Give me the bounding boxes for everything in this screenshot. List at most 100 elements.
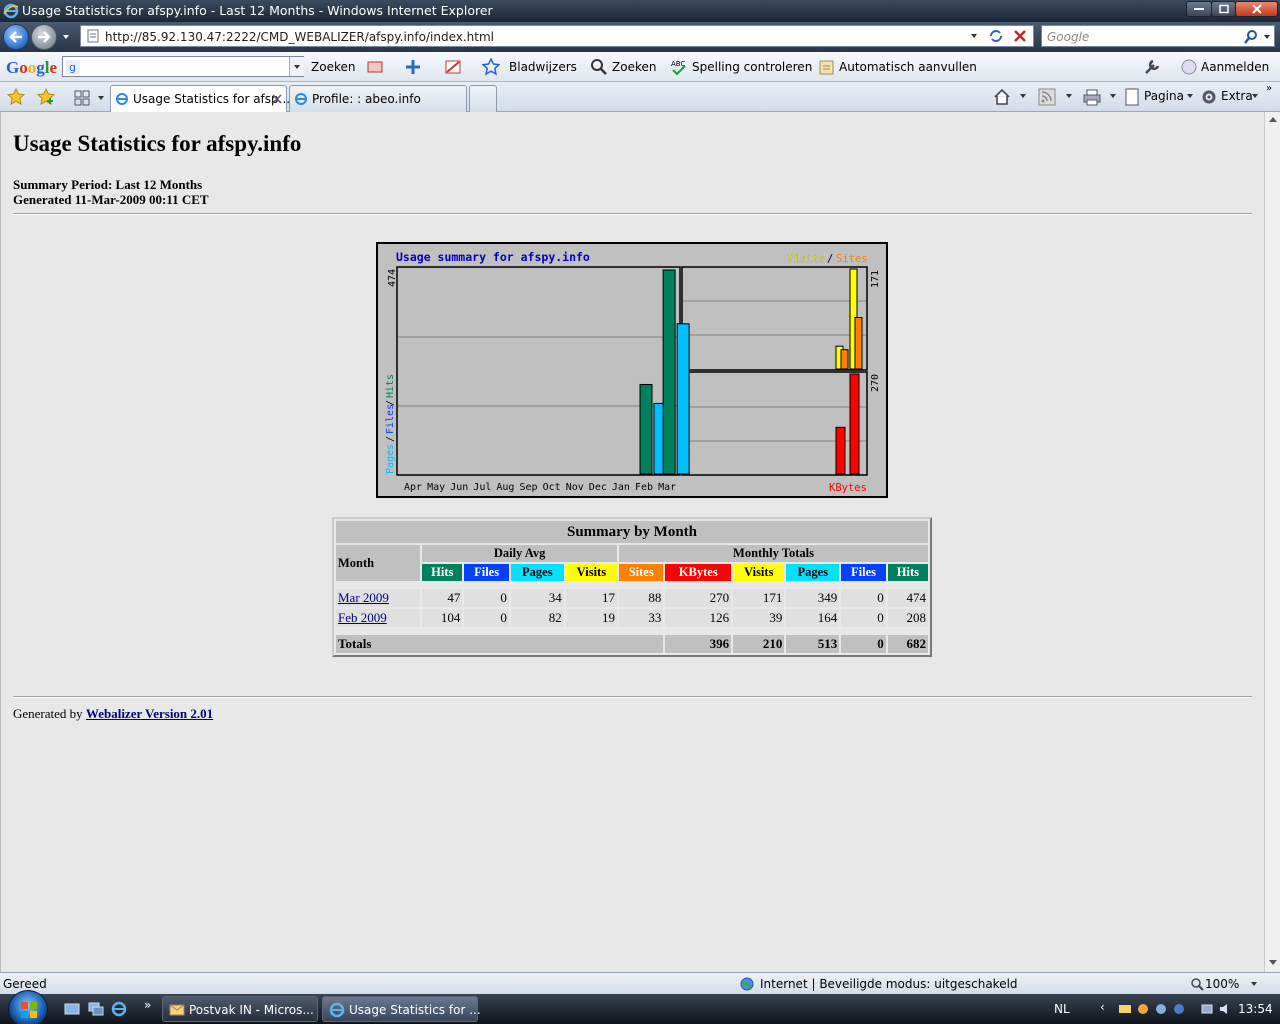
value-cell: 104: [422, 609, 463, 627]
legend-kbytes: KBytes: [829, 482, 867, 494]
minimize-button[interactable]: [1186, 1, 1212, 17]
svg-text:Google: Google: [6, 58, 57, 77]
zoeken-button[interactable]: Zoeken: [612, 60, 656, 74]
search-icon[interactable]: [1244, 30, 1258, 44]
news-icon[interactable]: [366, 58, 384, 76]
google-search-dropdown[interactable]: [289, 57, 304, 76]
autofill-icon[interactable]: [818, 58, 836, 76]
bookmarks-button[interactable]: Bladwijzers: [509, 60, 577, 74]
favorites-star-icon[interactable]: [7, 88, 25, 106]
month-link[interactable]: Mar 2009: [338, 590, 389, 605]
month-link[interactable]: Feb 2009: [338, 610, 387, 625]
page-menu-button[interactable]: Pagina: [1144, 89, 1184, 103]
globe-icon: [740, 977, 754, 991]
zoom-dropdown-icon[interactable]: [1251, 982, 1257, 986]
window-title: Usage Statistics for afspy.info - Last 1…: [22, 3, 493, 18]
tab-list-dropdown-icon[interactable]: [98, 96, 104, 100]
show-desktop-icon[interactable]: [64, 1002, 80, 1016]
value-cell: 0: [841, 609, 886, 627]
switch-windows-icon[interactable]: [88, 1002, 104, 1016]
column-header-files: Files: [464, 564, 509, 581]
refresh-icon[interactable]: [988, 29, 1004, 43]
quicklaunch-overflow-icon[interactable]: »: [144, 998, 151, 1012]
x-axis-label: Jan: [612, 482, 630, 493]
print-icon[interactable]: [1083, 88, 1101, 106]
popup-blocker-icon[interactable]: [444, 58, 462, 76]
spellcheck-icon[interactable]: ABC: [670, 58, 688, 76]
tools-menu-button[interactable]: Extra: [1221, 89, 1253, 103]
zoom-level[interactable]: 100%: [1205, 977, 1239, 991]
plus-icon[interactable]: [404, 58, 422, 76]
print-dropdown-icon[interactable]: [1110, 94, 1116, 98]
address-input[interactable]: http://85.92.130.47:2222/CMD_WEBALIZER/a…: [80, 25, 1034, 47]
tab-usage-statistics[interactable]: Usage Statistics for afsp...: [110, 85, 290, 112]
close-window-button[interactable]: [1235, 1, 1278, 17]
mail-tray-icon[interactable]: [1118, 1002, 1132, 1016]
value-cell: 171: [733, 589, 785, 607]
search-dropdown-icon[interactable]: [1264, 35, 1270, 39]
close-tab-icon[interactable]: [272, 94, 282, 104]
wrench-icon[interactable]: [1143, 58, 1161, 76]
vertical-scrollbar[interactable]: [1264, 112, 1280, 972]
clock[interactable]: 13:54: [1238, 1002, 1273, 1016]
magnifier-icon[interactable]: [590, 58, 608, 76]
value-cell: 82: [510, 609, 564, 627]
search-input[interactable]: Google: [1041, 25, 1275, 47]
security-zone[interactable]: Internet | Beveiligde modus: uitgeschake…: [760, 977, 1018, 991]
stop-icon[interactable]: [1013, 29, 1027, 43]
divider: [13, 696, 1252, 698]
update-tray-icon[interactable]: [1154, 1002, 1168, 1016]
feeds-dropdown-icon[interactable]: [1066, 94, 1072, 98]
value-cell: 39: [733, 609, 785, 627]
start-button[interactable]: [8, 990, 48, 1024]
signin-button[interactable]: Aanmelden: [1201, 60, 1269, 74]
scroll-down-icon[interactable]: [1269, 960, 1277, 965]
page-dropdown-icon[interactable]: [1187, 94, 1193, 98]
taskbar-button-outlook[interactable]: Postvak IN - Micros...: [162, 996, 318, 1022]
home-icon[interactable]: [993, 88, 1011, 106]
home-dropdown-icon[interactable]: [1020, 94, 1026, 98]
usage-summary-chart-svg: Usage summary for afspy.info Visits / Si…: [385, 250, 881, 494]
google-search-button[interactable]: Zoeken: [311, 60, 355, 74]
language-indicator[interactable]: NL: [1054, 1002, 1070, 1016]
taskbar-button-ie[interactable]: Usage Statistics for ...: [322, 996, 481, 1022]
new-tab-button[interactable]: [469, 85, 497, 112]
tab-profile-abeo[interactable]: Profile: : abeo.info: [289, 85, 467, 112]
page-title: Usage Statistics for afspy.info: [13, 131, 302, 156]
google-logo[interactable]: Google: [6, 58, 58, 78]
tools-dropdown-icon[interactable]: [1252, 94, 1258, 98]
star-icon[interactable]: [482, 58, 500, 76]
ie-quicklaunch-icon[interactable]: [111, 1001, 127, 1017]
messenger-tray-icon[interactable]: [1136, 1002, 1150, 1016]
webalizer-link[interactable]: Webalizer Version 2.01: [86, 706, 213, 721]
forward-button[interactable]: [31, 24, 57, 50]
google-search-input[interactable]: g: [62, 56, 304, 77]
restore-icon: [1218, 4, 1229, 14]
windows-taskbar: » Postvak IN - Micros... Usage Statistic…: [0, 990, 1280, 1024]
page-menu-icon[interactable]: [1124, 88, 1140, 106]
history-dropdown-icon[interactable]: [63, 35, 69, 39]
quick-tabs-icon[interactable]: [74, 90, 90, 106]
tray-expand-icon[interactable]: ‹: [1100, 1000, 1105, 1014]
volume-tray-icon[interactable]: [1218, 1002, 1232, 1016]
value-cell: 0: [464, 609, 509, 627]
gear-icon[interactable]: [1200, 88, 1218, 106]
network-tray-icon[interactable]: [1200, 1002, 1214, 1016]
user-circle-icon[interactable]: [1180, 58, 1198, 76]
address-dropdown-icon[interactable]: [971, 34, 977, 38]
value-cell: 164: [786, 609, 840, 627]
add-favorite-icon[interactable]: [37, 88, 55, 106]
maximize-button[interactable]: [1211, 1, 1236, 17]
scroll-up-icon[interactable]: [1269, 117, 1277, 122]
spellcheck-button[interactable]: Spelling controleren: [692, 60, 812, 74]
chevrons-icon[interactable]: »: [1266, 83, 1272, 94]
value-cell: 349: [786, 589, 840, 607]
back-button[interactable]: [3, 24, 29, 50]
address-bar-row: http://85.92.130.47:2222/CMD_WEBALIZER/a…: [0, 22, 1280, 52]
column-header-pages: Pages: [786, 564, 840, 581]
feeds-icon[interactable]: [1038, 88, 1056, 106]
bluetooth-tray-icon[interactable]: [1172, 1002, 1186, 1016]
autofill-button[interactable]: Automatisch aanvullen: [839, 60, 977, 74]
window-title-bar[interactable]: Usage Statistics for afspy.info - Last 1…: [0, 0, 1280, 22]
close-icon: [1251, 4, 1262, 14]
